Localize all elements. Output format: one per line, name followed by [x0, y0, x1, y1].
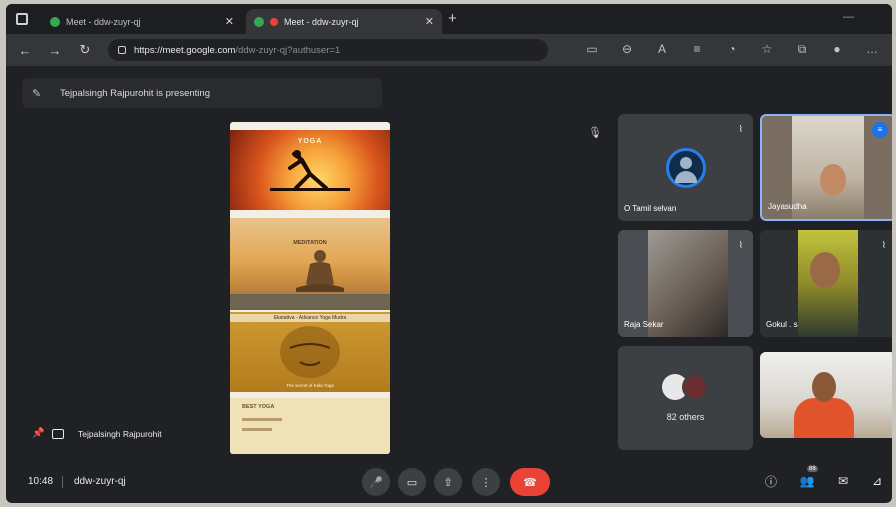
- leave-call-button[interactable]: ☎: [510, 468, 550, 496]
- meet-favicon-icon: [50, 16, 60, 27]
- participant-face: [810, 252, 840, 288]
- present-button[interactable]: ⇧: [434, 468, 462, 496]
- screen: Meet - ddw-zuyr-qj ✕ Meet - ddw-zuyr-qj …: [6, 4, 892, 503]
- browser-tab-1[interactable]: Meet - ddw-zuyr-qj ✕: [42, 9, 242, 34]
- recording-icon: [270, 17, 278, 26]
- close-icon[interactable]: ✕: [225, 15, 234, 28]
- slide-text-line: [242, 428, 272, 431]
- avatar: [666, 148, 706, 188]
- mic-button[interactable]: 🎤: [362, 468, 390, 496]
- speaking-indicator-icon: ≡: [872, 122, 888, 138]
- others-tile[interactable]: 82 others: [618, 346, 753, 450]
- present-icon: ✎: [32, 88, 42, 100]
- collections-icon[interactable]: ⧉: [792, 38, 812, 60]
- minimize-icon[interactable]: —: [843, 11, 854, 23]
- avatar: [682, 374, 708, 400]
- mic-muted-icon: ⌇: [738, 240, 743, 250]
- participant-name: Raja Sekar: [624, 320, 664, 329]
- clock: 10:48: [28, 476, 54, 487]
- slide-title: BEST YOGA: [242, 404, 275, 410]
- more-options-button[interactable]: ⋮: [472, 468, 500, 496]
- participant-name: Gokul . s: [766, 320, 798, 329]
- back-icon[interactable]: ←: [14, 39, 36, 61]
- meet-favicon-icon: [254, 16, 264, 27]
- slide-best-yoga: BEST YOGA: [230, 398, 390, 454]
- extension-icon[interactable]: ◔: [722, 38, 742, 60]
- close-icon[interactable]: ✕: [425, 15, 434, 28]
- self-view-tile[interactable]: [760, 352, 892, 438]
- lock-icon: [118, 46, 126, 54]
- window-menu-icon[interactable]: [16, 13, 28, 25]
- new-tab-icon[interactable]: +: [448, 10, 457, 27]
- immersive-reader-icon[interactable]: ≡: [687, 38, 707, 60]
- slide-meditation: MEDITATION: [230, 218, 390, 310]
- slide-caption: The secret of Kala Yoga: [286, 383, 334, 388]
- presenter-strip: 📌 Tejpalsingh Rajpurohit: [32, 428, 162, 439]
- favorites-icon[interactable]: ☆: [757, 38, 777, 60]
- activities-icon[interactable]: ⊿: [868, 472, 886, 490]
- present-screen-icon: [52, 428, 64, 439]
- self-face: [812, 372, 836, 402]
- zoom-icon[interactable]: ⊖: [617, 38, 637, 60]
- participant-tile[interactable]: ⌇ Raja Sekar: [618, 230, 753, 337]
- people-icon[interactable]: 👥 88: [798, 466, 818, 490]
- shared-screen: YOGA MEDITATION Ekatattva - Advance Yoga…: [230, 122, 390, 454]
- avatar-head: [680, 157, 692, 169]
- divider: [62, 476, 63, 488]
- forward-icon[interactable]: →: [44, 39, 66, 61]
- buddha-image: [280, 326, 340, 378]
- meditation-image: [230, 250, 390, 310]
- browser-tabbar: Meet - ddw-zuyr-qj ✕ Meet - ddw-zuyr-qj …: [6, 4, 892, 34]
- presenting-text: Tejpalsingh Rajpurohit is presenting: [60, 87, 210, 99]
- tab-label: Meet - ddw-zuyr-qj: [284, 16, 359, 27]
- slide-mudra: Ekatattva - Advance Yoga Mudra The secre…: [230, 312, 390, 392]
- more-icon[interactable]: …: [862, 38, 882, 60]
- slide-text-line: [242, 418, 282, 421]
- presenting-notice: ✎ Tejpalsingh Rajpurohit is presenting: [22, 78, 382, 108]
- mic-muted-icon: 🎙: [588, 127, 602, 139]
- participant-name: O Tamil selvan: [624, 204, 677, 213]
- info-icon[interactable]: ⓘ: [762, 472, 780, 490]
- browser-tab-2[interactable]: Meet - ddw-zuyr-qj ✕: [246, 9, 442, 34]
- participant-name: Jayasudha: [768, 202, 807, 211]
- url-host: https://meet.google.com: [134, 44, 236, 56]
- address-bar[interactable]: https://meet.google.com /ddw-zuyr-qj?aut…: [108, 39, 548, 61]
- yoga-pose-image: [270, 150, 350, 191]
- meeting-code: ddw-zuyr-qj: [74, 476, 126, 487]
- people-count-badge: 88: [807, 466, 818, 472]
- mic-muted-icon: ⌇: [738, 124, 743, 134]
- pin-icon[interactable]: 📌: [32, 428, 44, 439]
- participant-tile[interactable]: ⌇ Gokul . s: [760, 230, 892, 337]
- url-path: /ddw-zuyr-qj?authuser=1: [235, 44, 341, 56]
- profile-icon[interactable]: ●: [827, 38, 847, 60]
- presenter-name: Tejpalsingh Rajpurohit: [78, 428, 162, 439]
- camera-icon[interactable]: ▭: [582, 38, 602, 60]
- participant-tile[interactable]: ⌇ O Tamil selvan: [618, 114, 753, 221]
- browser-toolbar: ← → ↻ https://meet.google.com /ddw-zuyr-…: [6, 34, 892, 66]
- participant-tile[interactable]: ≡ Jayasudha: [760, 114, 892, 221]
- avatar-body: [675, 171, 697, 183]
- mic-muted-icon: ⌇: [881, 240, 886, 250]
- presentation-stage: YOGA MEDITATION Ekatattva - Advance Yoga…: [22, 114, 610, 459]
- reload-icon[interactable]: ↻: [74, 39, 96, 61]
- slide-yoga: YOGA: [230, 130, 390, 210]
- tab-label: Meet - ddw-zuyr-qj: [66, 16, 141, 27]
- participant-face: [820, 164, 846, 196]
- self-shirt: [794, 398, 854, 438]
- toolbar-icons: ▭ ⊖ A ≡ ◔ ☆ ⧉ ● …: [582, 38, 882, 60]
- others-count: 82 others: [666, 412, 705, 422]
- chat-icon[interactable]: ✉: [834, 472, 852, 490]
- meeting-controls: 10:48 ddw-zuyr-qj 🎤 ▭ ⇧ ⋮ ☎ ⓘ 👥 88 ✉ ⊿: [6, 462, 892, 503]
- camera-button[interactable]: ▭: [398, 468, 426, 496]
- read-aloud-icon[interactable]: A: [652, 38, 672, 60]
